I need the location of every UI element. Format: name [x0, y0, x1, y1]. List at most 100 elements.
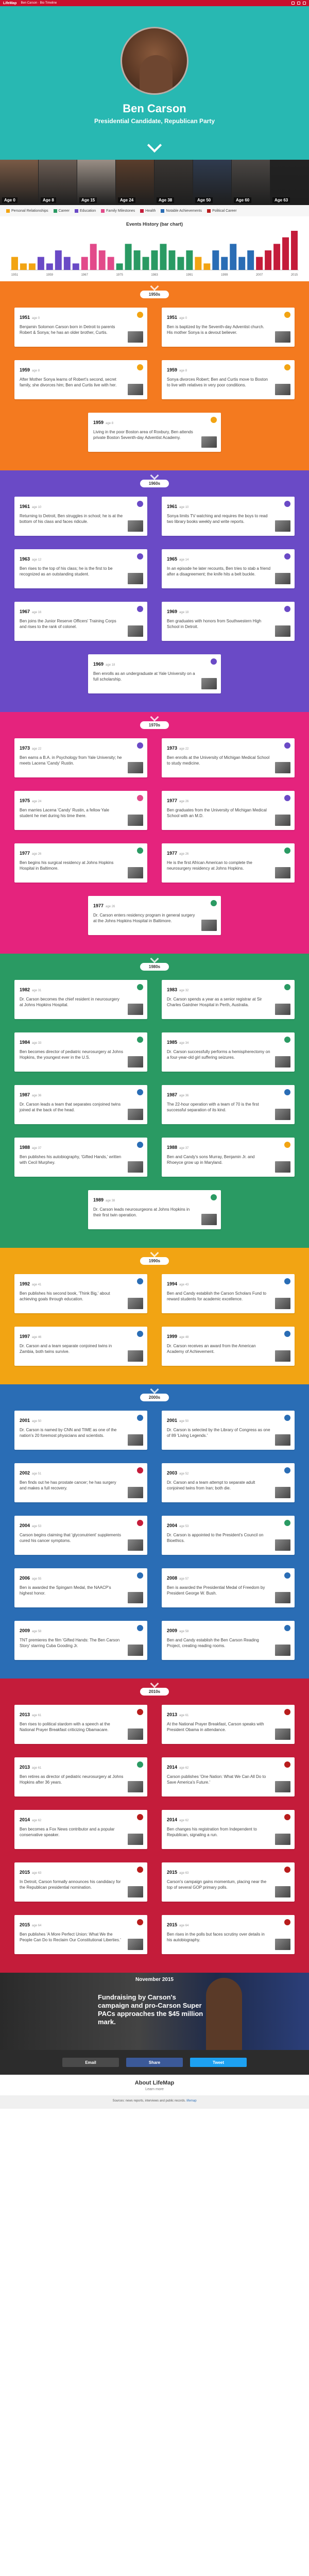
about-title[interactable]: About LifeMap [0, 2080, 309, 2086]
event-card[interactable]: 2015 age 64 Ben publishes 'A More Perfect … [14, 1915, 147, 1954]
event-thumbnail[interactable] [275, 1939, 290, 1950]
event-card[interactable]: 2009 age 58 Ben and Candy establish the Be… [162, 1621, 295, 1660]
event-card[interactable]: 2009 age 58 TNT premieres the film 'Gifted… [14, 1621, 147, 1660]
event-card[interactable]: 1975 age 24 Ben marries Lacena 'Candy' Rus… [14, 791, 147, 830]
menu-icon[interactable] [303, 2, 306, 5]
event-thumbnail[interactable] [128, 1834, 143, 1845]
event-thumbnail[interactable] [128, 1350, 143, 1362]
chart-bar[interactable] [282, 237, 289, 270]
event-card[interactable]: 2006 age 55 Ben is awarded the Spingarn Me… [14, 1568, 147, 1607]
event-thumbnail[interactable] [275, 1004, 290, 1015]
event-card[interactable]: 1982 age 31 Dr. Carson becomes the chief r… [14, 980, 147, 1019]
event-card[interactable]: 2014 age 62 Ben becomes a Fox News contrib… [14, 1810, 147, 1849]
legend-item[interactable]: Education [75, 209, 96, 213]
chart-bar[interactable] [195, 257, 202, 270]
event-card[interactable]: 1997 age 46 Dr. Carson and a team separate… [14, 1327, 147, 1366]
event-card[interactable]: 1969 age 18 Ben graduates with honors from… [162, 602, 295, 641]
event-card[interactable]: 1977 age 26 Dr. Carson enters residency pr… [88, 896, 221, 935]
chart-bar[interactable] [168, 250, 176, 270]
event-card[interactable]: 2014 age 62 Ben changes his registration f… [162, 1810, 295, 1849]
event-thumbnail[interactable] [275, 1728, 290, 1740]
event-card[interactable]: 1977 age 26 Ben graduates from the Univers… [162, 791, 295, 830]
event-card[interactable]: 2002 age 51 Ben finds out he has prostate … [14, 1463, 147, 1502]
email-share-button[interactable]: Email [62, 2058, 119, 2067]
event-thumbnail[interactable] [128, 1886, 143, 1897]
event-card[interactable]: 2004 age 53 Dr. Carson is appointed to the… [162, 1516, 295, 1555]
chart-bar[interactable] [81, 257, 88, 270]
event-card[interactable]: 1965 age 14 In an episode he later recount… [162, 549, 295, 588]
event-card[interactable]: 1984 age 33 Ben becomes director of pediat… [14, 1032, 147, 1072]
chart-bar[interactable] [238, 257, 246, 270]
event-thumbnail[interactable] [128, 384, 143, 395]
event-card[interactable]: 2001 age 50 Dr. Carson is selected by the … [162, 1411, 295, 1450]
legend-item[interactable]: Career [53, 209, 70, 213]
event-card[interactable]: 2015 age 64 Ben rises in the polls but fac… [162, 1915, 295, 1954]
event-card[interactable]: 1987 age 36 The 22-hour operation with a t… [162, 1085, 295, 1124]
age-photo[interactable]: Age 0 [0, 160, 39, 205]
event-card[interactable]: 2001 age 50 Dr. Carson is named by CNN and… [14, 1411, 147, 1450]
event-thumbnail[interactable] [275, 1109, 290, 1120]
event-thumbnail[interactable] [201, 436, 217, 448]
event-thumbnail[interactable] [128, 1939, 143, 1950]
event-thumbnail[interactable] [128, 1781, 143, 1792]
breadcrumb-item[interactable]: Ben Carson [21, 2, 37, 5]
event-card[interactable]: 1992 age 41 Ben publishes his second book,… [14, 1274, 147, 1313]
facebook-share-button[interactable]: Share [126, 2058, 183, 2067]
chart-bar[interactable] [98, 250, 106, 270]
event-card[interactable]: 1977 age 26 He is the first African Americ… [162, 843, 295, 883]
chart-bar[interactable] [212, 250, 219, 270]
event-thumbnail[interactable] [275, 1056, 290, 1067]
event-card[interactable]: 2013 age 61 Ben rises to political stardom… [14, 1705, 147, 1744]
chart-bar[interactable] [221, 257, 228, 270]
event-thumbnail[interactable] [128, 1434, 143, 1446]
event-card[interactable]: 1987 age 36 Dr. Carson leads a team that s… [14, 1085, 147, 1124]
event-card[interactable]: 2004 age 53 Carson begins claiming that 'g… [14, 1516, 147, 1555]
site-logo[interactable]: LifeMap [3, 2, 16, 5]
event-card[interactable]: 1959 age 8 After Mother Sonya learns of Ro… [14, 360, 147, 399]
age-photo[interactable]: Age 24 [116, 160, 154, 205]
event-thumbnail[interactable] [201, 920, 217, 931]
chart-bar[interactable] [55, 250, 62, 270]
event-thumbnail[interactable] [128, 625, 143, 637]
legend-item[interactable]: Political Career [207, 209, 237, 213]
chart-bar[interactable] [46, 263, 53, 270]
event-thumbnail[interactable] [128, 815, 143, 826]
event-thumbnail[interactable] [128, 1645, 143, 1656]
event-card[interactable]: 2003 age 52 Dr. Carson and a team attempt … [162, 1463, 295, 1502]
legend-item[interactable]: Notable Achievements [161, 209, 202, 213]
event-card[interactable]: 1988 age 37 Ben and Candy's sons Murray, B… [162, 1138, 295, 1177]
event-card[interactable]: 2015 age 63 Carson's campaign gains moment… [162, 1862, 295, 1902]
chart-bar[interactable] [37, 257, 44, 270]
event-thumbnail[interactable] [275, 625, 290, 637]
event-thumbnail[interactable] [128, 520, 143, 532]
event-thumbnail[interactable] [275, 1487, 290, 1498]
event-card[interactable]: 1973 age 22 Ben earns a B.A. in Psychology… [14, 738, 147, 777]
chart-bar[interactable] [256, 257, 263, 270]
chart-bar[interactable] [20, 263, 27, 270]
chart-bar[interactable] [142, 257, 149, 270]
event-thumbnail[interactable] [201, 1214, 217, 1225]
event-thumbnail[interactable] [128, 867, 143, 878]
event-card[interactable]: 1967 age 16 Ben joins the Junior Reserve O… [14, 602, 147, 641]
event-thumbnail[interactable] [128, 1056, 143, 1067]
event-thumbnail[interactable] [275, 1350, 290, 1362]
event-card[interactable]: 1961 age 10 Sonya limits TV watching and r… [162, 497, 295, 536]
event-thumbnail[interactable] [275, 573, 290, 584]
age-photo[interactable]: Age 50 [193, 160, 232, 205]
footer-link[interactable]: lifemap [186, 2099, 196, 2103]
search-icon[interactable] [291, 2, 295, 5]
event-card[interactable]: 1951 age 0 Benjamin Solomon Carson born in… [14, 308, 147, 347]
event-thumbnail[interactable] [128, 331, 143, 343]
event-thumbnail[interactable] [275, 1592, 290, 1603]
event-thumbnail[interactable] [128, 1109, 143, 1120]
event-thumbnail[interactable] [275, 1781, 290, 1792]
share-icon[interactable] [297, 2, 300, 5]
chart-bar[interactable] [160, 244, 167, 270]
chart-bar[interactable] [133, 250, 141, 270]
chart-bar[interactable] [107, 257, 114, 270]
event-thumbnail[interactable] [275, 867, 290, 878]
event-card[interactable]: 2015 age 63 In Detroit, Carson formally an… [14, 1862, 147, 1902]
event-thumbnail[interactable] [201, 678, 217, 689]
event-thumbnail[interactable] [275, 1834, 290, 1845]
event-card[interactable]: 1989 age 38 Dr. Carson leads neurosurgeons… [88, 1190, 221, 1229]
